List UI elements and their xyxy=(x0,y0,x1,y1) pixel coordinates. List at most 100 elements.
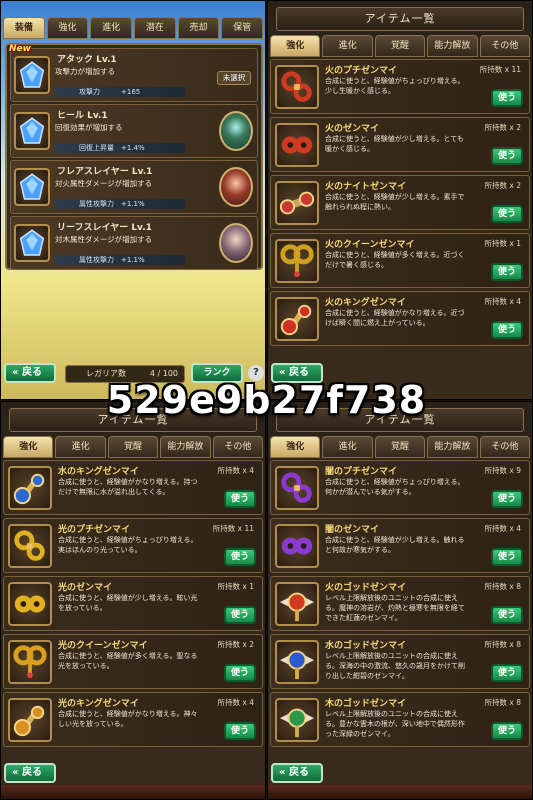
item-list: 水のキングゼンマイ 所持数 x 4 合成に使うと、経験値がかなり増える。持つだけで無… xyxy=(3,460,263,750)
item-name: 光のゼンマイ xyxy=(58,583,113,593)
skill-row[interactable]: フレアスレイヤー Lv.1 対火属性ダメージが増加する 属性攻撃力 +1.1% xyxy=(10,160,258,214)
tab-2[interactable]: 強化 xyxy=(46,17,89,39)
tab-2[interactable]: 進化 xyxy=(322,436,373,458)
stat-label: 属性攻撃力 xyxy=(79,200,114,208)
skill-row[interactable]: リーフスレイヤー Lv.1 対木属性ダメージが増加する 属性攻撃力 +1.1% xyxy=(10,216,258,270)
skill-icon xyxy=(14,168,50,206)
item-name: 火のゼンマイ xyxy=(325,124,380,134)
gear-icon xyxy=(281,136,313,154)
use-button[interactable]: 使う xyxy=(491,321,523,339)
item-desc: 合成に使うと、経験値がかなり増える。近づけば瞬く間に燃え上がっている。 xyxy=(325,309,465,327)
tab-1[interactable]: 強化 xyxy=(270,35,321,57)
small-key-icon xyxy=(281,472,312,503)
tab-2[interactable]: 進化 xyxy=(322,35,373,57)
item-name: 闇のゼンマイ xyxy=(325,525,380,535)
skill-row[interactable]: ヒール Lv.1 回復効果が増加する 回復上昇量 +1.4% xyxy=(10,104,258,158)
use-button[interactable]: 使う xyxy=(491,606,523,624)
tab-3[interactable]: 進化 xyxy=(90,17,133,39)
item-row: 光のプチゼンマイ 所持数 x 11 合成に使うと、経験値がちょっぴり増える。実はほん… xyxy=(3,518,263,573)
item-row: 木のゴッドゼンマイ 所持数 x 8 レベル上限解放後のユニットの合成に使える。豊かな… xyxy=(270,692,530,747)
overlay-id-text: 529e9b27f738 xyxy=(106,378,427,422)
tab-5[interactable]: その他 xyxy=(479,436,531,458)
blue-crystal-icon xyxy=(19,229,45,256)
tab-5[interactable]: その他 xyxy=(212,436,264,458)
use-button[interactable]: 使う xyxy=(224,606,256,624)
item-owned-count: 所持数 x 4 xyxy=(217,698,254,707)
item-icon-frame xyxy=(275,582,319,626)
small-key-icon xyxy=(14,530,45,561)
use-button[interactable]: 使う xyxy=(491,722,523,740)
item-owned-count: 所持数 x 11 xyxy=(212,524,254,533)
unit-portrait[interactable] xyxy=(219,223,253,263)
item-icon-frame xyxy=(275,181,319,225)
item-name: 水のキングゼンマイ xyxy=(58,467,139,477)
tab-2[interactable]: 進化 xyxy=(55,436,106,458)
item-owned-count: 所持数 x 4 xyxy=(217,466,254,475)
tab-3[interactable]: 覚醒 xyxy=(374,35,426,57)
tab-4[interactable]: 能力解放 xyxy=(427,436,478,458)
tab-3[interactable]: 覚醒 xyxy=(374,436,426,458)
tab-4[interactable]: 能力解放 xyxy=(160,436,211,458)
skill-row[interactable]: New アタック Lv.1 攻撃力が増加する 攻撃力 +165 未選択 xyxy=(9,44,258,102)
equipment-tabs: 装備 強化 進化 潜在 売却 保管 xyxy=(3,17,264,39)
back-button[interactable]: « 戻る xyxy=(4,763,56,783)
use-button[interactable]: 使う xyxy=(491,490,523,508)
unit-portrait[interactable] xyxy=(219,111,253,151)
tab-6[interactable]: 保管 xyxy=(221,17,264,39)
tab-5[interactable]: 売却 xyxy=(177,17,220,39)
tab-5[interactable]: その他 xyxy=(479,35,531,57)
item-owned-count: 所持数 x 1 xyxy=(484,239,521,248)
use-button[interactable]: 使う xyxy=(224,490,256,508)
tab-1[interactable]: 強化 xyxy=(270,436,321,458)
tab-4[interactable]: 能力解放 xyxy=(427,35,478,57)
blue-crystal-icon xyxy=(19,117,45,144)
item-list-screen-light: アイテム一覧 強化 進化 覚醒 能力解放 その他 水のキングゼンマイ 所持数 x 4 合成に… xyxy=(0,401,266,800)
use-button[interactable]: 使う xyxy=(491,548,523,566)
use-button[interactable]: 使う xyxy=(491,205,523,223)
tab-1[interactable]: 装備 xyxy=(3,17,45,39)
skill-name: フレアスレイヤー Lv.1 xyxy=(57,167,153,177)
item-list: 闇のプチゼンマイ 所持数 x 9 合成に使うと、経験値がちょっぴり増える。何かが潜ん… xyxy=(270,460,530,750)
item-row: 闇のプチゼンマイ 所持数 x 9 合成に使うと、経験値がちょっぴり増える。何かが潜ん… xyxy=(270,460,530,515)
item-owned-count: 所持数 x 4 xyxy=(484,524,521,533)
item-row: 火のゼンマイ 所持数 x 2 合成に使うと、経験値が少し増える。とても暖かく感じる。… xyxy=(270,117,530,172)
item-tabs: 強化 進化 覚醒 能力解放 その他 xyxy=(3,436,264,458)
item-icon-frame xyxy=(275,466,319,510)
item-icon-frame xyxy=(8,582,52,626)
use-button[interactable]: 使う xyxy=(224,664,256,682)
item-row: 光のクイーンゼンマイ 所持数 x 2 合成に使うと、経験値が多く増える。聖なる光を放… xyxy=(3,634,263,689)
use-button[interactable]: 使う xyxy=(491,664,523,682)
use-button[interactable]: 使う xyxy=(491,89,523,107)
item-owned-count: 所持数 x 9 xyxy=(484,466,521,475)
tab-3[interactable]: 覚醒 xyxy=(107,436,159,458)
skill-stat: 属性攻撃力 +1.1% xyxy=(55,199,185,209)
bottom-bar xyxy=(268,785,532,799)
use-button[interactable]: 使う xyxy=(491,147,523,165)
skill-list: New アタック Lv.1 攻撃力が増加する 攻撃力 +165 未選択 ヒール Lv.1 回復… xyxy=(5,43,263,270)
use-button[interactable]: 使う xyxy=(224,722,256,740)
use-button[interactable]: 使う xyxy=(491,263,523,281)
god-key-icon xyxy=(279,650,315,680)
item-owned-count: 所持数 x 11 xyxy=(479,65,521,74)
back-button[interactable]: « 戻る xyxy=(271,763,323,783)
item-name: 光のクイーンゼンマイ xyxy=(58,641,148,651)
item-name: 火のキングゼンマイ xyxy=(325,298,406,308)
item-list-screen-fire: アイテム一覧 強化 進化 覚醒 能力解放 その他 火のプチゼンマイ 所持数 x 11 合成に… xyxy=(267,0,533,400)
skill-desc: 対木属性ダメージが増加する xyxy=(55,235,153,244)
item-owned-count: 所持数 x 2 xyxy=(217,640,254,649)
tab-1[interactable]: 強化 xyxy=(3,436,54,458)
item-list-screen-dark-god: アイテム一覧 強化 進化 覚醒 能力解放 その他 闇のプチゼンマイ 所持数 x 9 合成に使… xyxy=(267,401,533,800)
gear-icon xyxy=(281,537,313,555)
knight-key-icon xyxy=(279,191,315,215)
tab-4[interactable]: 潜在 xyxy=(134,17,176,39)
skill-desc: 回復効果が増加する xyxy=(55,123,123,132)
unit-portrait[interactable] xyxy=(219,167,253,207)
item-owned-count: 所持数 x 4 xyxy=(484,297,521,306)
item-row: 光のゼンマイ 所持数 x 1 合成に使うと、経験値が少し増える。眩い光を放っている。… xyxy=(3,576,263,631)
use-button[interactable]: 使う xyxy=(224,548,256,566)
item-name: 水のゴッドゼンマイ xyxy=(325,641,407,651)
equipment-screen: 装備 強化 進化 潜在 売却 保管 New アタック Lv.1 攻撃力が増加する 攻撃力 +165… xyxy=(0,0,266,400)
unselected-button[interactable]: 未選択 xyxy=(217,71,251,85)
item-icon-frame xyxy=(275,123,319,167)
item-row: 火のナイトゼンマイ 所持数 x 2 合成に使うと、経験値が少し増える。素手で触れられ… xyxy=(270,175,530,230)
